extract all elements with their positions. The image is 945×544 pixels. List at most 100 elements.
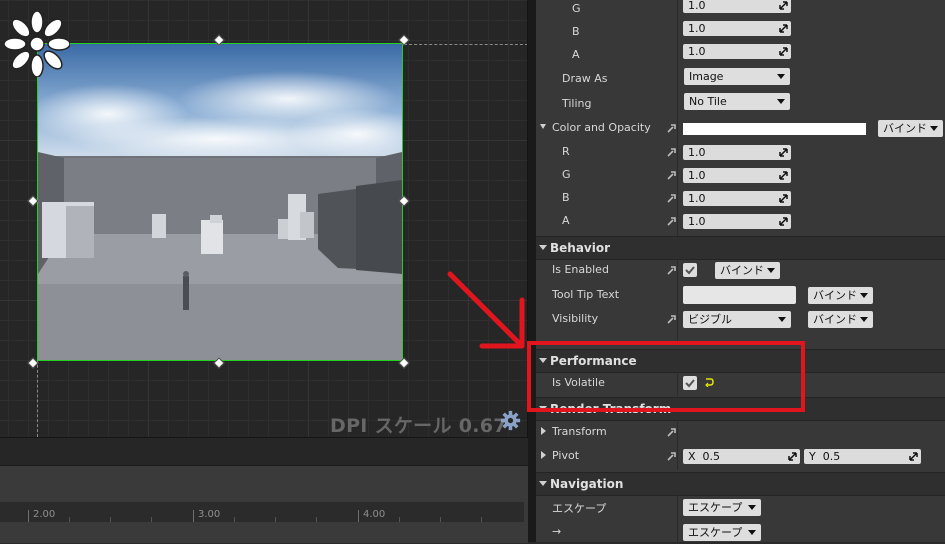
link-icon[interactable] xyxy=(666,123,677,134)
property-row-color-g: G 1.0 xyxy=(536,164,945,187)
property-row-pivot: Pivot X 0.5 Y 0.5 xyxy=(536,445,945,468)
property-label: Tool Tip Text xyxy=(552,288,620,301)
drag-arrow-icon xyxy=(779,1,788,10)
tick-label: 3.00 xyxy=(198,509,221,520)
image-widget-preview[interactable] xyxy=(37,43,403,361)
numeric-value: 1.0 xyxy=(688,215,706,228)
tick-mark xyxy=(440,517,441,522)
property-row-draw-as: Draw As Image xyxy=(536,68,945,91)
chevron-down-icon xyxy=(778,317,786,322)
animation-timeline[interactable]: 2.00 3.00 4.00 xyxy=(0,465,528,543)
tick-mark xyxy=(316,517,317,522)
numeric-field[interactable]: 1.0 xyxy=(683,145,791,160)
pivot-y-field[interactable]: Y 0.5 xyxy=(804,449,921,464)
numeric-value: 1.0 xyxy=(688,192,706,205)
numeric-field[interactable]: 1.0 xyxy=(683,0,791,13)
timeline-ruler[interactable]: 2.00 3.00 4.00 xyxy=(0,502,524,522)
tick-mark xyxy=(151,517,152,522)
viewport-footer-bar xyxy=(0,437,528,466)
chevron-down-icon xyxy=(930,126,938,131)
chevron-down-icon xyxy=(860,317,868,322)
axis-label: X xyxy=(688,450,696,463)
annotation-highlight-box xyxy=(527,341,805,412)
tick-mark xyxy=(110,517,111,522)
category-title: Behavior xyxy=(550,241,611,255)
link-icon[interactable] xyxy=(666,451,677,462)
tick-mark xyxy=(275,517,276,522)
numeric-value: 1.0 xyxy=(688,169,706,182)
expand-arrow-icon[interactable] xyxy=(541,427,546,435)
link-icon[interactable] xyxy=(666,147,677,158)
details-panel: G 1.0 B 1.0 A 1.0 Draw As Image Tiling N… xyxy=(536,0,945,542)
visibility-dropdown[interactable]: ビジブル xyxy=(683,311,791,328)
drag-arrow-icon xyxy=(779,171,788,180)
tick-mark xyxy=(193,510,194,522)
property-row-visibility: Visibility ビジブル バインド xyxy=(536,308,945,331)
category-behavior[interactable]: Behavior xyxy=(536,236,945,260)
dpi-scale-label: DPI スケール 0.67 xyxy=(330,415,507,437)
numeric-field[interactable]: 1.0 xyxy=(683,168,791,183)
chevron-down-icon xyxy=(748,530,756,535)
chevron-down-icon xyxy=(777,74,785,79)
nav-right-dropdown[interactable]: エスケープ xyxy=(683,524,761,541)
dropdown-value: バインド xyxy=(883,122,927,135)
property-label: B xyxy=(572,25,580,38)
dropdown-value: エスケープ xyxy=(688,526,743,539)
designer-viewport[interactable]: DPI スケール 0.67 xyxy=(0,0,528,437)
anchor-flower-icon[interactable] xyxy=(4,11,70,77)
bind-dropdown[interactable]: バインド xyxy=(715,262,780,279)
expand-arrow-icon[interactable] xyxy=(541,451,546,459)
guide-line-vertical xyxy=(37,360,38,437)
color-swatch[interactable] xyxy=(683,123,866,135)
link-icon[interactable] xyxy=(666,193,677,204)
property-label: B xyxy=(562,191,570,204)
dropdown-value: バインド xyxy=(813,289,857,302)
nav-escape-dropdown[interactable]: エスケープ xyxy=(683,499,761,516)
numeric-field[interactable]: 1.0 xyxy=(683,44,791,59)
property-row-brush-g: G 1.0 xyxy=(536,0,945,21)
numeric-value: 0.5 xyxy=(702,450,721,463)
category-navigation[interactable]: Navigation xyxy=(536,472,945,496)
numeric-field[interactable]: 1.0 xyxy=(683,214,791,229)
numeric-field[interactable]: 1.0 xyxy=(683,21,791,36)
property-label: Color and Opacity xyxy=(552,121,651,134)
drag-arrow-icon xyxy=(779,47,788,56)
draw-as-dropdown[interactable]: Image xyxy=(684,68,790,85)
game-scene-image xyxy=(38,44,402,360)
dropdown-value: バインド xyxy=(813,313,857,326)
tooltip-text-input[interactable] xyxy=(683,286,796,304)
property-label: エスケープ xyxy=(552,502,607,515)
property-row-brush-b: B 1.0 xyxy=(536,21,945,44)
pivot-x-field[interactable]: X 0.5 xyxy=(683,449,800,464)
tiling-dropdown[interactable]: No Tile xyxy=(684,93,790,110)
dropdown-value: バインド xyxy=(720,264,764,277)
drag-arrow-icon xyxy=(788,452,797,461)
bind-dropdown[interactable]: バインド xyxy=(808,287,873,304)
numeric-field[interactable]: 1.0 xyxy=(683,191,791,206)
drag-arrow-icon xyxy=(779,148,788,157)
link-icon[interactable] xyxy=(666,314,677,325)
property-row-nav-right: → エスケープ xyxy=(536,521,945,544)
tick-mark xyxy=(28,510,29,522)
link-icon[interactable] xyxy=(666,427,677,438)
property-label: Tiling xyxy=(562,97,592,110)
bind-dropdown[interactable]: バインド xyxy=(808,311,873,328)
expand-arrow-icon[interactable] xyxy=(540,124,546,129)
drag-arrow-icon xyxy=(909,452,918,461)
numeric-value: 0.5 xyxy=(822,450,841,463)
drag-arrow-icon xyxy=(779,194,788,203)
gear-icon[interactable] xyxy=(500,410,521,431)
property-label: R xyxy=(562,145,570,158)
property-row-brush-a: A 1.0 xyxy=(536,44,945,67)
link-icon[interactable] xyxy=(666,170,677,181)
numeric-value: 1.0 xyxy=(688,0,706,12)
is-enabled-checkbox[interactable] xyxy=(683,263,697,277)
category-title: Navigation xyxy=(550,477,624,491)
link-icon[interactable] xyxy=(666,265,677,276)
bind-dropdown[interactable]: バインド xyxy=(878,120,943,137)
tick-mark xyxy=(358,510,359,522)
link-icon[interactable] xyxy=(666,216,677,227)
property-label: Is Enabled xyxy=(552,263,609,276)
tick-mark xyxy=(399,517,400,522)
property-row-transform: Transform xyxy=(536,421,945,444)
